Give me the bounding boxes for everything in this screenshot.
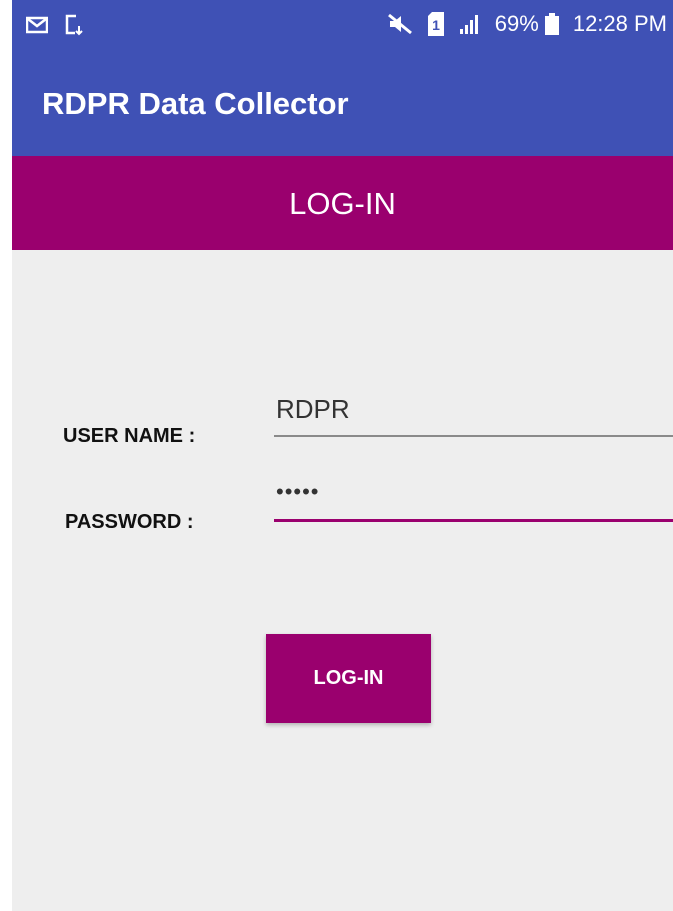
status-right-icons: 1 69% 12:28 PM [387,11,667,37]
status-time: 12:28 PM [572,11,667,36]
battery-percent: 69% [494,11,539,36]
status-left-icons [26,14,84,36]
signal-icon [459,13,481,35]
username-underline [274,435,673,437]
mail-icon [26,16,48,34]
username-label: USER NAME : [63,425,196,447]
login-header-title: LOG-IN [289,186,396,221]
mute-icon [387,13,413,35]
login-form: USER NAME : RDPR PASSWORD : ••••• LOG-IN [12,250,673,911]
password-underline [274,519,673,522]
status-bar: 1 69% 12:28 PM [12,0,673,52]
password-value: ••••• [276,479,320,504]
svg-text:1: 1 [432,17,440,33]
login-header: LOG-IN [12,156,673,250]
sim-icon: 1 [427,12,445,36]
login-button[interactable]: LOG-IN [266,634,431,723]
download-icon [64,14,84,36]
login-button-label: LOG-IN [313,667,384,689]
screen: 1 69% 12:28 PM RDPR Data Collector LOG-I… [0,0,673,911]
app-bar: RDPR Data Collector [12,52,673,156]
password-field[interactable]: ••••• [274,479,673,523]
password-label: PASSWORD : [65,511,194,533]
battery-icon [544,13,559,35]
username-value: RDPR [276,394,350,424]
username-field[interactable]: RDPR [274,394,673,438]
battery-indicator: 69% [495,11,559,37]
app-title: RDPR Data Collector [42,86,349,121]
